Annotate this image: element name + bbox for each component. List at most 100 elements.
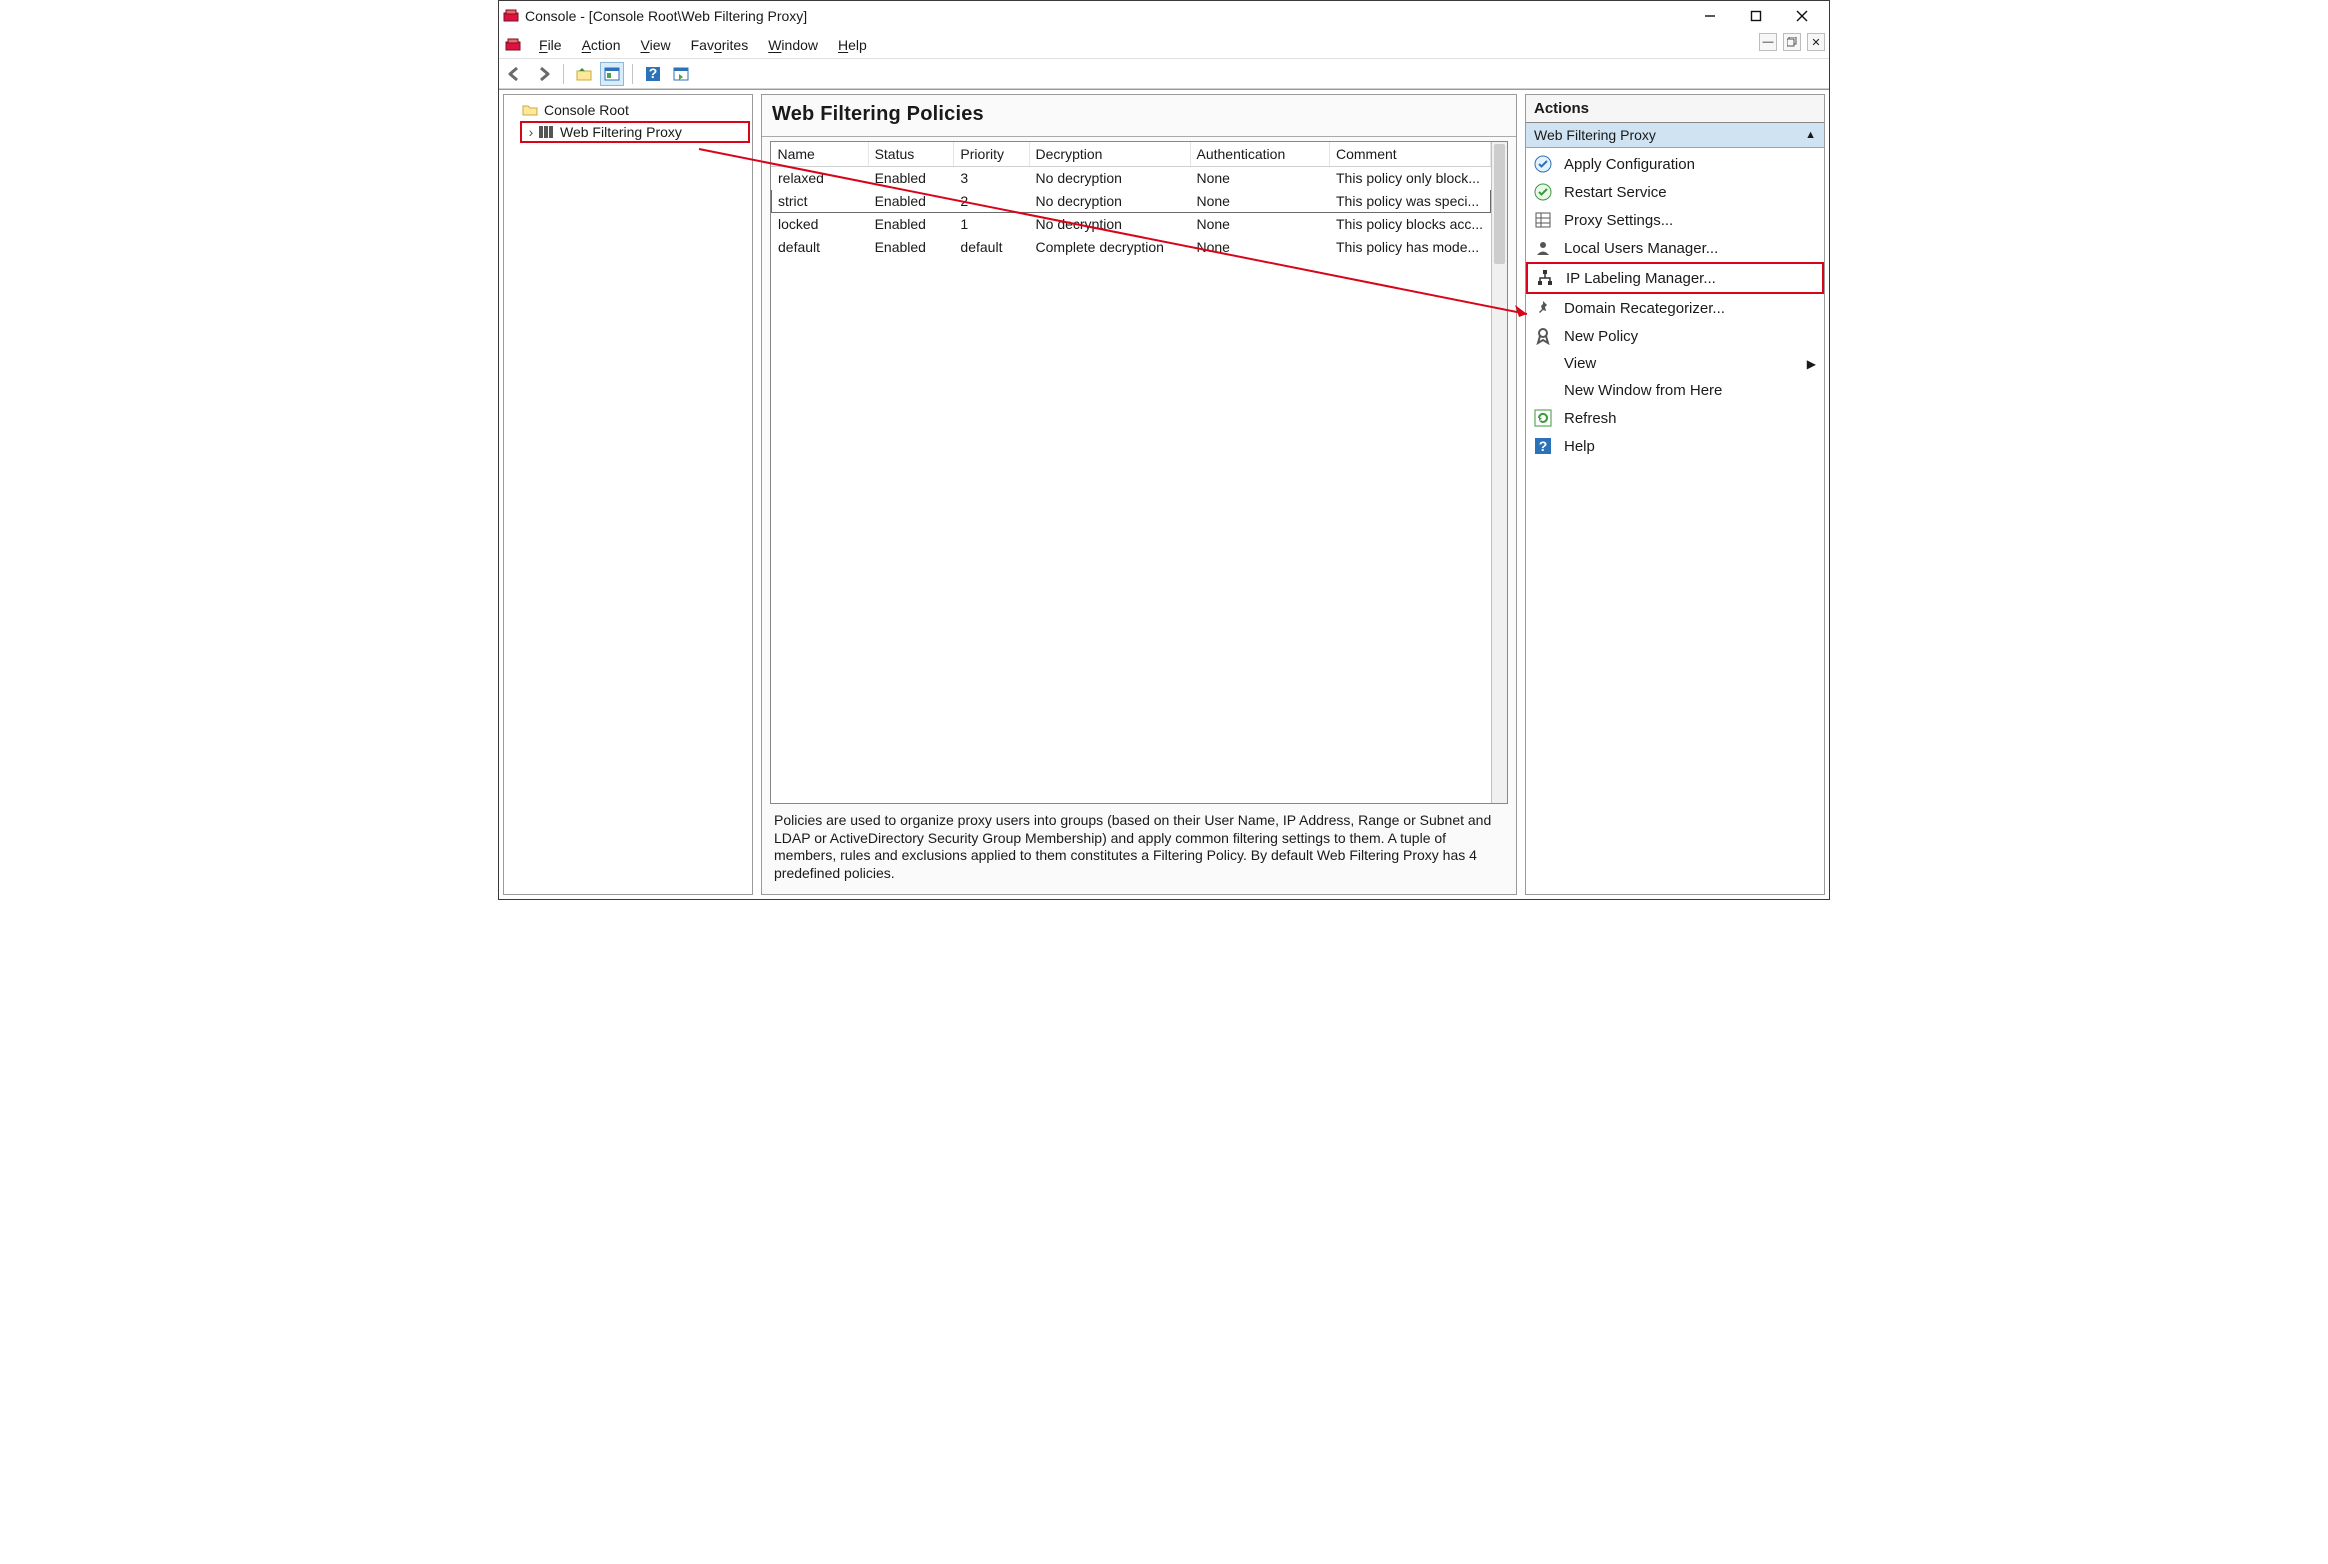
action-help[interactable]: ? Help xyxy=(1526,432,1824,460)
ribbon-icon xyxy=(1534,327,1552,345)
action-label: New Window from Here xyxy=(1564,382,1722,399)
column-header[interactable]: Decryption xyxy=(1029,142,1190,167)
cell-status: Enabled xyxy=(868,213,954,236)
mdi-restore-button[interactable] xyxy=(1783,33,1801,51)
cell-decryption: Complete decryption xyxy=(1029,236,1190,259)
action-label: Domain Recategorizer... xyxy=(1564,300,1725,317)
column-header[interactable]: Comment xyxy=(1330,142,1491,167)
window-title: Console - [Console Root\Web Filtering Pr… xyxy=(525,8,1687,24)
actions-group-label: Web Filtering Proxy xyxy=(1534,127,1805,143)
toolbar-separator xyxy=(563,64,564,84)
actions-list: Apply ConfigurationRestart ServiceProxy … xyxy=(1526,148,1824,462)
body: Console Root › Web Filtering Proxy Web F… xyxy=(499,89,1829,899)
action-label: View xyxy=(1564,355,1596,372)
app-icon xyxy=(503,8,519,24)
scrollbar-vertical[interactable] xyxy=(1491,142,1507,803)
cell-auth: None xyxy=(1190,213,1330,236)
check-green-icon xyxy=(1534,183,1552,201)
cell-priority: 1 xyxy=(954,213,1029,236)
pin-icon xyxy=(1534,299,1552,317)
nav-back-button[interactable] xyxy=(503,62,527,86)
cell-name: default xyxy=(772,236,869,259)
cell-auth: None xyxy=(1190,167,1330,190)
action-label: Help xyxy=(1564,438,1595,455)
cell-name: strict xyxy=(772,190,869,213)
column-header[interactable]: Authentication xyxy=(1190,142,1330,167)
action-label: IP Labeling Manager... xyxy=(1566,270,1716,287)
mdi-controls: — ✕ xyxy=(1759,33,1825,51)
table-header-row: NameStatusPriorityDecryptionAuthenticati… xyxy=(772,142,1491,167)
close-button[interactable] xyxy=(1779,1,1825,31)
cell-status: Enabled xyxy=(868,167,954,190)
mdi-close-button[interactable]: ✕ xyxy=(1807,33,1825,51)
menu-view[interactable]: View xyxy=(631,34,681,56)
cell-comment: This policy only block... xyxy=(1330,167,1491,190)
up-one-level-button[interactable] xyxy=(572,62,596,86)
check-blue-icon xyxy=(1534,155,1552,173)
cell-decryption: No decryption xyxy=(1029,167,1190,190)
center-header: Web Filtering Policies xyxy=(762,95,1516,137)
mdi-minimize-button[interactable]: — xyxy=(1759,33,1777,51)
show-hide-action-pane-button[interactable] xyxy=(669,62,693,86)
svg-text:?: ? xyxy=(1539,438,1548,454)
menu-action[interactable]: Action xyxy=(572,34,631,56)
actions-group-header[interactable]: Web Filtering Proxy ▲ xyxy=(1526,123,1824,148)
cell-comment: This policy has mode... xyxy=(1330,236,1491,259)
action-label: Refresh xyxy=(1564,410,1617,427)
folder-icon xyxy=(522,102,538,118)
action-label: New Policy xyxy=(1564,328,1638,345)
table-row[interactable]: defaultEnableddefaultComplete decryption… xyxy=(772,236,1491,259)
help-icon: ? xyxy=(1534,437,1552,455)
tree-root[interactable]: Console Root xyxy=(506,99,750,121)
cell-auth: None xyxy=(1190,236,1330,259)
tree-child-label: Web Filtering Proxy xyxy=(558,124,684,140)
tree-web-filtering-proxy[interactable]: › Web Filtering Proxy xyxy=(520,121,750,143)
table-row[interactable]: strictEnabled2No decryptionNoneThis poli… xyxy=(772,190,1491,213)
page-title: Web Filtering Policies xyxy=(772,103,1506,126)
show-hide-tree-button[interactable] xyxy=(600,62,624,86)
tree-expand-icon[interactable]: › xyxy=(524,124,538,140)
action-proxy-settings[interactable]: Proxy Settings... xyxy=(1526,206,1824,234)
menu-help[interactable]: Help xyxy=(828,34,877,56)
menu-window[interactable]: Window xyxy=(758,34,828,56)
cell-status: Enabled xyxy=(868,236,954,259)
action-new-window-from-here[interactable]: New Window from Here xyxy=(1526,377,1824,404)
nav-forward-button[interactable] xyxy=(531,62,555,86)
svg-text:?: ? xyxy=(649,65,658,81)
policies-list[interactable]: NameStatusPriorityDecryptionAuthenticati… xyxy=(770,141,1508,804)
action-ip-labeling-manager[interactable]: IP Labeling Manager... xyxy=(1526,262,1824,294)
table-row[interactable]: lockedEnabled1No decryptionNoneThis poli… xyxy=(772,213,1491,236)
toolbar: ? xyxy=(499,59,1829,89)
action-apply-configuration[interactable]: Apply Configuration xyxy=(1526,150,1824,178)
settings-grid-icon xyxy=(1534,211,1552,229)
refresh-icon xyxy=(1534,409,1552,427)
column-header[interactable]: Status xyxy=(868,142,954,167)
cell-priority: 3 xyxy=(954,167,1029,190)
table-row[interactable]: relaxedEnabled3No decryptionNoneThis pol… xyxy=(772,167,1491,190)
action-local-users-manager[interactable]: Local Users Manager... xyxy=(1526,234,1824,262)
help-button[interactable]: ? xyxy=(641,62,665,86)
cell-auth: None xyxy=(1190,190,1330,213)
action-view[interactable]: View▶ xyxy=(1526,350,1824,377)
maximize-button[interactable] xyxy=(1733,1,1779,31)
action-domain-recategorizer[interactable]: Domain Recategorizer... xyxy=(1526,294,1824,322)
action-restart-service[interactable]: Restart Service xyxy=(1526,178,1824,206)
user-icon xyxy=(1534,239,1552,257)
cell-decryption: No decryption xyxy=(1029,213,1190,236)
menu-favorites[interactable]: Favorites xyxy=(681,34,759,56)
cell-comment: This policy was speci... xyxy=(1330,190,1491,213)
cell-priority: default xyxy=(954,236,1029,259)
menu-file[interactable]: File xyxy=(529,34,572,56)
policies-table: NameStatusPriorityDecryptionAuthenticati… xyxy=(771,142,1491,259)
minimize-button[interactable] xyxy=(1687,1,1733,31)
column-header[interactable]: Priority xyxy=(954,142,1029,167)
center-pane: Web Filtering Policies NameStatusPriorit… xyxy=(761,94,1517,895)
tree-root-label: Console Root xyxy=(542,102,631,118)
policies-wrap: NameStatusPriorityDecryptionAuthenticati… xyxy=(762,137,1516,894)
column-header[interactable]: Name xyxy=(772,142,869,167)
cell-name: locked xyxy=(772,213,869,236)
action-refresh[interactable]: Refresh xyxy=(1526,404,1824,432)
action-new-policy[interactable]: New Policy xyxy=(1526,322,1824,350)
cell-decryption: No decryption xyxy=(1029,190,1190,213)
scrollbar-thumb[interactable] xyxy=(1494,144,1505,264)
